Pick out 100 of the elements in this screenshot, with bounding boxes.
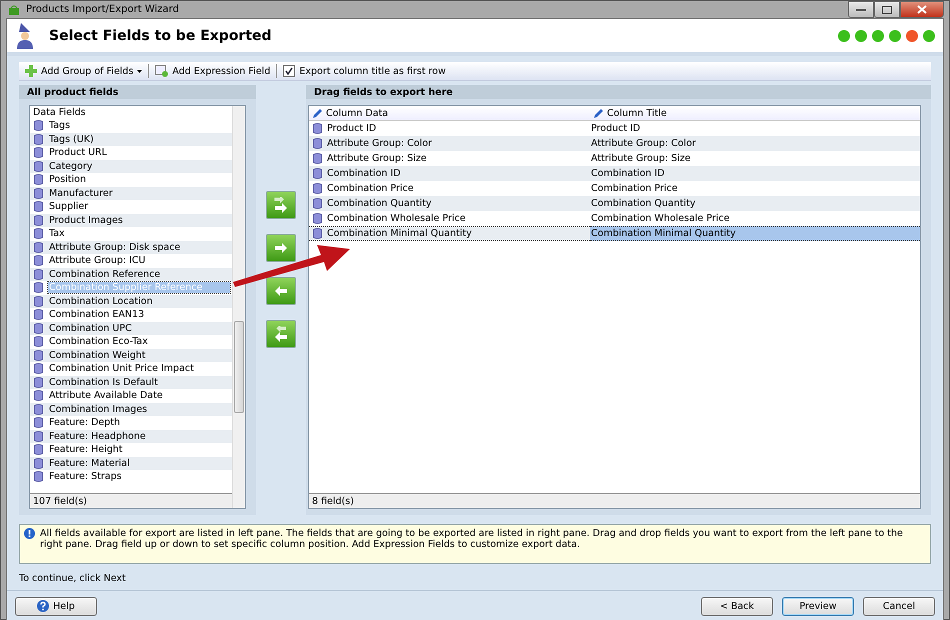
column-header[interactable]: Column Title [590,106,920,121]
cancel-button[interactable]: Cancel [863,596,935,616]
help-button[interactable]: Help [15,596,97,616]
field-item[interactable]: Combination Is Default [30,376,233,389]
field-item[interactable]: Manufacturer [30,186,233,200]
database-icon [34,336,43,348]
add-group-button[interactable]: Add Group of Fields [23,65,144,77]
field-item[interactable]: Combination Unit Price Impact [30,362,233,376]
database-icon [34,430,43,442]
checkbox-label: Export column title as first row [299,66,446,76]
page-title: Select Fields to be Exported [49,28,272,44]
maximize-button[interactable] [874,1,900,18]
pen-icon [593,108,604,118]
pen-icon [312,108,323,118]
field-item[interactable]: Attribute Available Date [30,389,233,402]
caret-icon [137,70,142,72]
database-icon [34,458,43,469]
close-button[interactable] [900,1,944,18]
database-icon [34,309,43,320]
export-titles-checkbox[interactable]: Export column title as first row [281,65,448,77]
field-item[interactable]: Tags [30,119,233,132]
add-all-button[interactable] [266,191,296,219]
field-item[interactable]: Category [30,160,233,173]
table-cell: Combination Price [309,181,590,196]
table-cell: Attribute Group: Size [309,151,590,166]
field-item[interactable]: Product Images [30,214,233,227]
table-cell: Combination Wholesale Price [309,211,590,226]
database-icon [34,120,43,132]
table-cell-text: Combination Price [590,182,679,196]
database-icon [34,188,43,199]
table-cell: Combination Quantity [590,196,920,211]
preview-button[interactable]: Preview [782,596,854,616]
form-plus-icon [155,65,168,77]
field-item[interactable]: Feature: Depth [30,416,233,430]
add-button[interactable] [266,234,296,262]
list-header: Data Fields [32,106,87,119]
database-icon [313,168,322,179]
minimize-button[interactable] [848,1,874,18]
table-cell: Combination Quantity [309,196,590,211]
window-title: Products Import/Export Wizard [26,4,179,15]
database-icon [34,255,43,266]
table-cell-text: Product ID [590,122,642,136]
database-icon [34,147,43,158]
table-cell: Combination Minimal Quantity [309,226,590,241]
database-icon [313,153,322,164]
database-icon [34,134,43,145]
database-icon [34,376,43,388]
database-icon [34,282,43,294]
add-expression-button[interactable]: Add Expression Field [153,65,272,77]
database-icon [313,138,322,149]
column-header[interactable]: Column Data [309,106,590,121]
field-item[interactable]: Combination Eco-Tax [30,335,233,348]
field-item[interactable]: Supplier [30,200,233,214]
remove-all-button[interactable] [266,320,296,348]
table-cell-text: Attribute Group: Size [590,152,692,166]
field-item[interactable]: Combination Images [30,402,233,416]
database-icon [34,471,43,482]
database-icon [313,228,322,239]
remove-button[interactable] [266,277,296,305]
table-cell: Attribute Group: Color [309,136,590,151]
field-item[interactable]: Tags (UK) [30,132,233,146]
table-cell: Combination ID [590,166,920,181]
field-item[interactable]: Combination Weight [30,348,233,362]
field-item[interactable]: Tax [30,227,233,240]
info-text: All fields available for export are listed in left pane. The fields that are going to be exported are listed in right pane. Drag and drop fields you want to export from the left pane to the right pane. Drag field up or down to set specific column position. Add Expression Fields to customize export data. [40,528,904,552]
field-item[interactable]: Combination EAN13 [30,308,233,322]
database-icon [34,242,43,253]
help-icon [37,600,50,612]
wizard-icon [15,22,35,48]
database-icon [34,404,43,415]
info-icon [24,528,35,539]
database-icon [34,444,43,456]
database-icon [34,390,43,402]
field-item[interactable]: Attribute Group: Disk space [30,240,233,254]
field-item[interactable]: Combination UPC [30,322,233,335]
database-icon [34,350,43,361]
table-cell-text: Combination Wholesale Price [590,212,731,226]
app-icon [8,4,20,16]
field-count: 8 field(s) [309,493,920,508]
database-icon [313,123,322,134]
field-item[interactable]: Feature: Material [30,456,233,470]
database-icon [34,201,43,212]
field-item[interactable]: Combination Reference [30,268,233,281]
pane-header: Drag fields to export here [306,85,931,99]
database-icon [34,417,43,428]
field-item[interactable]: Feature: Height [30,443,233,456]
right-arrow-icon [272,240,290,256]
field-item[interactable]: Attribute Group: ICU [30,254,233,268]
back-button[interactable]: < Back [701,596,773,616]
field-item[interactable]: Feature: Straps [30,470,233,484]
field-item[interactable]: Position [30,173,233,186]
field-item[interactable]: Combination Location [30,294,233,308]
database-icon [313,183,322,194]
field-item[interactable]: Product URL [30,146,233,160]
database-icon [313,198,322,209]
checkbox[interactable] [283,65,296,77]
scrollbar[interactable] [232,106,245,508]
table-cell: Attribute Group: Color [590,136,920,151]
field-item[interactable]: Feature: Headphone [30,430,233,443]
minimize-icon [856,8,866,11]
